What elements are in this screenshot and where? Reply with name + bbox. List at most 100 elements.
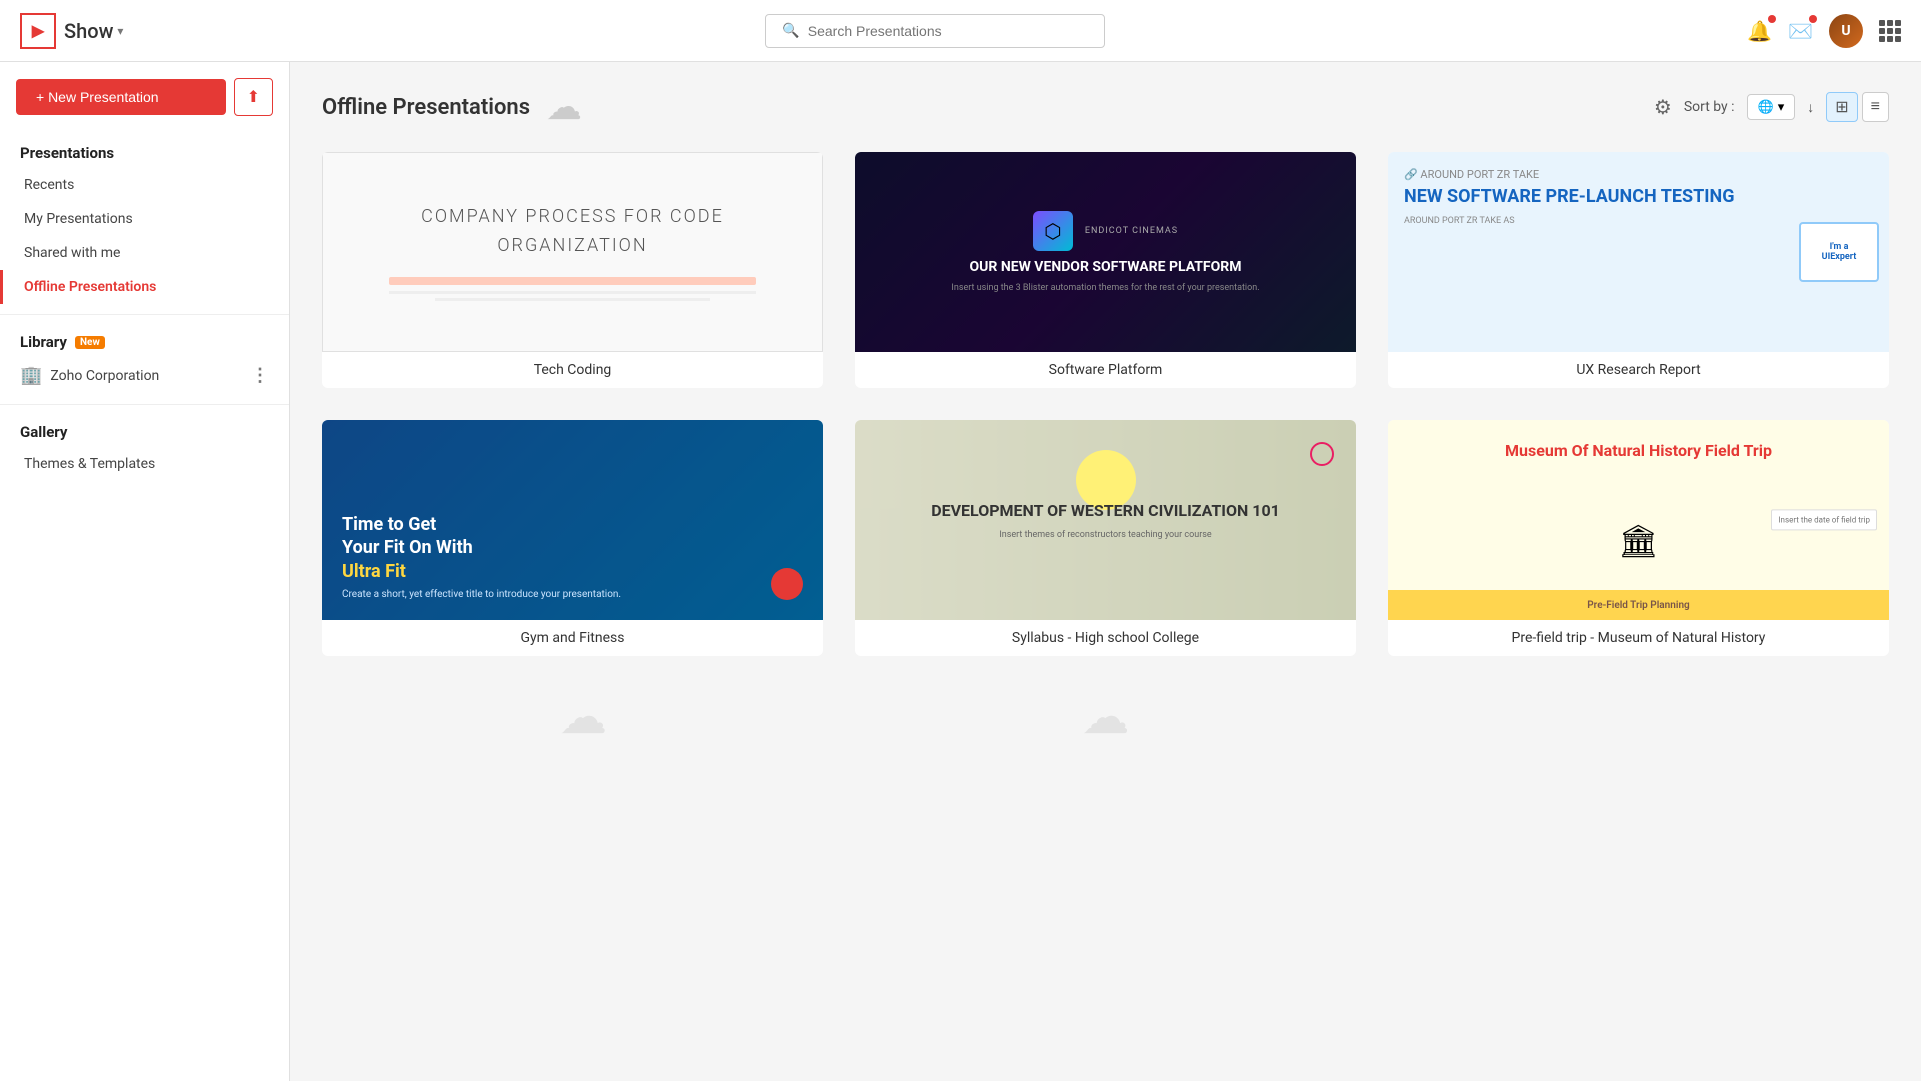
sidebar-item-shared-with-me[interactable]: Shared with me — [0, 236, 289, 270]
sidebar-actions: + New Presentation ⬆ — [0, 78, 289, 136]
upload-button[interactable]: ⬆ — [234, 78, 273, 116]
view-toggle: ⊞ ≡ — [1826, 92, 1889, 122]
grid-dot — [1887, 36, 1893, 42]
page-title: Offline Presentations — [322, 95, 530, 120]
list-view-button[interactable]: ≡ — [1862, 92, 1889, 122]
avatar[interactable]: U — [1829, 14, 1863, 48]
search-icon: 🔍 — [782, 23, 799, 39]
app-layout: + New Presentation ⬆ Presentations Recen… — [0, 62, 1921, 1081]
sidebar-item-offline-presentations[interactable]: Offline Presentations — [0, 270, 289, 304]
library-title: Library — [20, 333, 67, 351]
presentation-card-syllabus[interactable]: DEVELOPMENT OF WESTERN CIVILIZATION 101 … — [855, 420, 1356, 656]
card-name: Pre-field trip - Museum of Natural Histo… — [1388, 620, 1889, 656]
library-item-icon: 🏢 — [20, 365, 42, 386]
search-input[interactable] — [808, 23, 1089, 39]
thumb-bar — [389, 277, 756, 285]
offline-cloud-icon: ☁ — [546, 86, 582, 128]
thumb-title: OUR NEW VENDOR SOFTWARE PLATFORM — [970, 259, 1242, 275]
app-name[interactable]: Show ▾ — [64, 19, 123, 43]
presentation-card-ux-research[interactable]: 🔗 AROUND PORT ZR TAKE NEW SOFTWARE PRE-L… — [1388, 152, 1889, 388]
thumb-subtitle: Create a short, yet effective title to i… — [342, 589, 803, 600]
presentation-card-tech-coding[interactable]: COMPANY PROCESS FOR CODE ORGANIZATION Te… — [322, 152, 823, 388]
main-content: Offline Presentations ☁ ⚙ Sort by : 🌐 ▾ … — [290, 62, 1921, 1081]
thumb-title: DEVELOPMENT OF WESTERN CIVILIZATION 101 — [931, 500, 1280, 522]
card-name: Software Platform — [855, 352, 1356, 388]
settings-icon[interactable]: ⚙ — [1654, 95, 1672, 119]
presentation-card-museum[interactable]: Museum Of Natural History Field Trip 🏛 I… — [1388, 420, 1889, 656]
grid-dot — [1895, 20, 1901, 26]
card-thumbnail: ⬡ ENDICOT CINEMAS OUR NEW VENDOR SOFTWAR… — [855, 152, 1356, 352]
grid-dot — [1879, 36, 1885, 42]
thumb-line-2 — [435, 298, 710, 301]
grid-dot — [1879, 20, 1885, 26]
cloud-icon-2: ☁ — [1081, 688, 1129, 745]
new-presentation-button[interactable]: + New Presentation — [16, 79, 226, 115]
sidebar: + New Presentation ⬆ Presentations Recen… — [0, 62, 290, 1081]
library-item-more-button[interactable]: ⋮ — [251, 365, 269, 386]
thumb-meta: 🔗 AROUND PORT ZR TAKE — [1404, 168, 1873, 181]
card-name: Gym and Fitness — [322, 620, 823, 656]
thumb-note: Insert the date of field trip — [1771, 509, 1877, 530]
thumb-title: Museum Of Natural History Field Trip — [1408, 440, 1869, 462]
sidebar-divider-1 — [0, 314, 289, 315]
mail-badge — [1809, 15, 1817, 23]
main-title-row: Offline Presentations ☁ — [322, 86, 582, 128]
card-thumbnail: COMPANY PROCESS FOR CODE ORGANIZATION — [322, 152, 823, 352]
thumb-bar: Pre-Field Trip Planning — [1388, 590, 1889, 620]
bottom-cloud-row: ☁ ☁ ☁ — [322, 688, 1889, 745]
main-header: Offline Presentations ☁ ⚙ Sort by : 🌐 ▾ … — [322, 86, 1889, 128]
main-controls: ⚙ Sort by : 🌐 ▾ ↓ ⊞ ≡ — [1654, 92, 1889, 122]
grid-dot — [1887, 28, 1893, 34]
sidebar-item-themes-templates[interactable]: Themes & Templates — [0, 447, 289, 481]
thumb-title: COMPANY PROCESS FOR CODE ORGANIZATION — [343, 203, 802, 261]
sort-dropdown-button[interactable]: 🌐 ▾ — [1747, 94, 1796, 120]
thumb-logo-icon: ⬡ — [1033, 211, 1073, 251]
header-left: ▶ Show ▾ — [20, 13, 123, 49]
card-thumbnail: 🔗 AROUND PORT ZR TAKE NEW SOFTWARE PRE-L… — [1388, 152, 1889, 352]
sidebar-divider-2 — [0, 404, 289, 405]
thumb-dot-outline — [1310, 442, 1334, 466]
notif-badge — [1768, 15, 1776, 23]
search-bar[interactable]: 🔍 — [765, 14, 1105, 48]
thumb-title: NEW SOFTWARE PRE-LAUNCH TESTING — [1404, 185, 1873, 208]
app-header: ▶ Show ▾ 🔍 🔔 ✉️ U — [0, 0, 1921, 62]
library-header: Library New — [0, 325, 289, 357]
library-new-badge: New — [75, 336, 105, 349]
header-right: 🔔 ✉️ U — [1747, 14, 1901, 48]
sort-order-arrow[interactable]: ↓ — [1807, 99, 1814, 116]
thumb-line — [389, 291, 756, 294]
thumb-title: Time to Get Your Fit On With Ultra Fit — [342, 513, 803, 583]
library-item-name: Zoho Corporation — [50, 368, 159, 384]
sort-label: Sort by : — [1684, 99, 1735, 115]
notification-icon[interactable]: 🔔 — [1747, 19, 1772, 43]
app-name-arrow: ▾ — [117, 24, 123, 38]
grid-dot — [1887, 20, 1893, 26]
card-name: Syllabus - High school College — [855, 620, 1356, 656]
thumb-subtitle: Insert themes of reconstructors teaching… — [931, 530, 1280, 540]
thumb-device: I'm aUIExpert — [1799, 222, 1879, 282]
card-thumbnail: Museum Of Natural History Field Trip 🏛 I… — [1388, 420, 1889, 620]
sidebar-item-my-presentations[interactable]: My Presentations — [0, 202, 289, 236]
presentation-card-software-platform[interactable]: ⬡ ENDICOT CINEMAS OUR NEW VENDOR SOFTWAR… — [855, 152, 1356, 388]
mail-icon[interactable]: ✉️ — [1788, 19, 1813, 43]
sidebar-item-recents[interactable]: Recents — [0, 168, 289, 202]
cloud-icon-1: ☁ — [559, 688, 607, 745]
apps-grid-icon[interactable] — [1879, 20, 1901, 42]
sort-option-icon: 🌐 — [1758, 99, 1774, 115]
grid-dot — [1895, 28, 1901, 34]
sort-dropdown-arrow: ▾ — [1778, 99, 1785, 115]
app-logo: ▶ — [20, 13, 56, 49]
sidebar-item-zoho-corp[interactable]: 🏢 Zoho Corporation ⋮ — [0, 357, 289, 394]
thumb-company: ENDICOT CINEMAS — [1085, 226, 1178, 236]
gallery-section-title: Gallery — [0, 415, 289, 447]
library-item-left: 🏢 Zoho Corporation — [20, 365, 159, 386]
grid-view-button[interactable]: ⊞ — [1826, 92, 1857, 122]
presentations-section-title: Presentations — [0, 136, 289, 168]
presentation-card-gym-fitness[interactable]: Time to Get Your Fit On With Ultra Fit C… — [322, 420, 823, 656]
card-name: UX Research Report — [1388, 352, 1889, 388]
thumb-subtitle: Insert using the 3 Blister automation th… — [951, 283, 1259, 293]
thumb-highlight: Ultra Fit — [342, 561, 406, 582]
presentations-grid: COMPANY PROCESS FOR CODE ORGANIZATION Te… — [322, 152, 1889, 656]
grid-dot — [1895, 36, 1901, 42]
card-thumbnail: Time to Get Your Fit On With Ultra Fit C… — [322, 420, 823, 620]
